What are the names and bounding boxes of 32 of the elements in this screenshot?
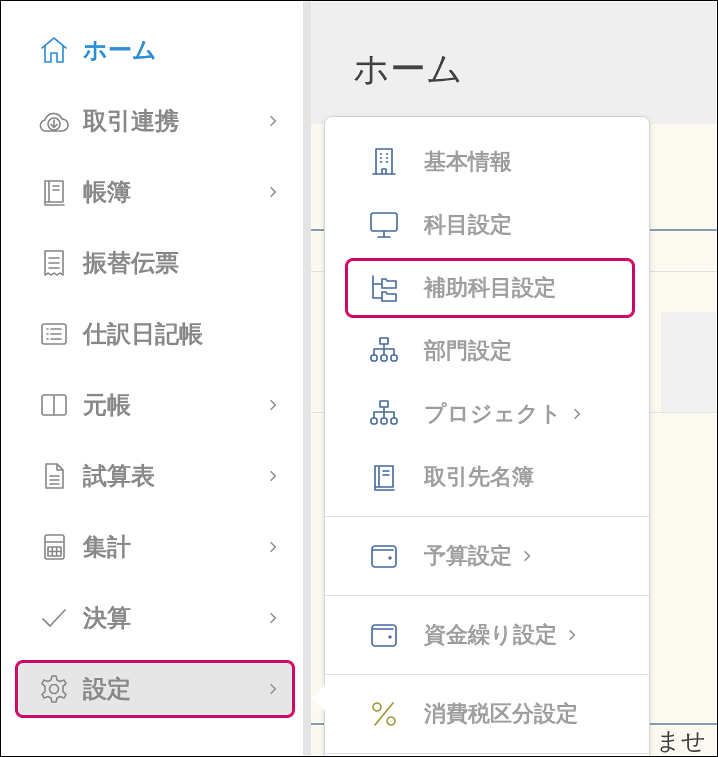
chevron-icon	[268, 540, 278, 554]
page-title: ホーム	[353, 48, 464, 92]
menu-item[interactable]: 部門設定	[345, 321, 635, 381]
sidebar-item[interactable]: 決算	[15, 589, 295, 647]
menu-item[interactable]: 消費税区分設定	[345, 684, 635, 744]
chevron-icon	[268, 611, 278, 625]
chevron-icon	[268, 398, 278, 412]
sidebar-item[interactable]: 取引連携	[15, 92, 295, 150]
sidebar-item[interactable]: 仕訳日記帳	[15, 305, 295, 363]
chevron-icon	[567, 628, 577, 642]
chevron-icon	[268, 682, 278, 696]
sidebar-item[interactable]: 振替伝票	[15, 234, 295, 292]
monitor-icon	[368, 209, 400, 241]
menu-item[interactable]: プロジェクト	[345, 384, 635, 444]
sidebar-item[interactable]: 試算表	[15, 447, 295, 505]
sidebar-item[interactable]: 集計	[15, 518, 295, 576]
menu-item[interactable]: 補助科目設定	[345, 258, 635, 318]
sidebar-item[interactable]: ホーム	[15, 21, 295, 79]
chevron-icon	[268, 469, 278, 483]
chevron-icon	[268, 114, 278, 128]
sidebar-item[interactable]: 帳簿	[15, 163, 295, 221]
chevron-icon	[522, 549, 532, 563]
chevron-icon	[572, 407, 582, 421]
chevron-icon	[268, 185, 278, 199]
menu-item[interactable]: 科目設定	[345, 195, 635, 255]
sidebar-item[interactable]: 設定	[15, 660, 295, 718]
menu-item[interactable]: 資金繰り設定	[345, 605, 635, 665]
menu-item[interactable]: 取引先名簿	[345, 447, 635, 507]
content-text: ませ	[656, 726, 706, 756]
sidebar-item[interactable]: 元帳	[15, 376, 295, 434]
menu-item[interactable]: 予算設定	[345, 526, 635, 586]
menu-item[interactable]: 基本情報	[345, 132, 635, 192]
